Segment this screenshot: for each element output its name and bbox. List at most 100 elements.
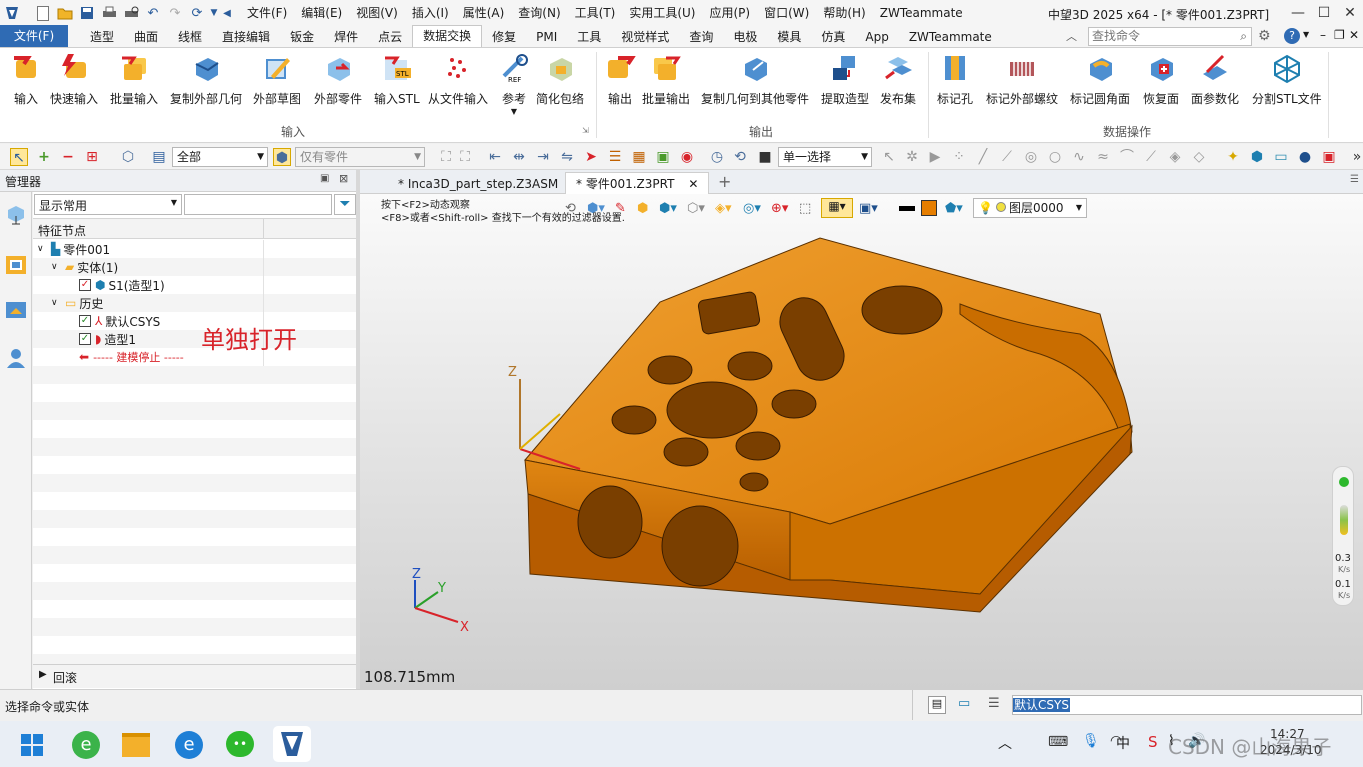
publish-set-button[interactable]: 发布集 — [880, 52, 916, 107]
open-folder-icon[interactable] — [54, 2, 76, 24]
undo-icon[interactable]: ↶ — [142, 2, 164, 24]
assembly-icon[interactable] — [4, 252, 28, 276]
tree-search-input[interactable] — [184, 194, 332, 215]
menu-edit[interactable]: 编辑(E) — [294, 0, 349, 26]
zw3d-taskbar-icon[interactable] — [273, 726, 311, 762]
tree-row-solid[interactable]: ∨ ▰ 实体(1) — [33, 258, 356, 276]
back-arrow-icon[interactable]: ◀ — [220, 2, 234, 24]
tree-row-csys[interactable]: ✓ ⅄ 默认CSYS — [33, 312, 356, 330]
dialog-launcher-icon[interactable]: ⇲ — [582, 126, 589, 135]
extract-shape-button[interactable]: 提取造型 — [821, 52, 869, 107]
tab-direct-edit[interactable]: 直接编辑 — [212, 27, 280, 47]
history-tree-icon[interactable] — [4, 202, 28, 226]
batch-import-button[interactable]: 批量输入 — [110, 52, 158, 107]
save-icon[interactable] — [76, 2, 98, 24]
tab-inquire[interactable]: 查询 — [679, 27, 723, 47]
display-filter-combo[interactable]: 显示常用 ▼ — [34, 194, 182, 215]
list-icon[interactable]: ☰ — [606, 148, 624, 166]
menu-utilities[interactable]: 实用工具(U) — [622, 0, 702, 26]
close-tab-icon[interactable]: ✕ — [688, 177, 698, 191]
tab-mold[interactable]: 模具 — [767, 27, 811, 47]
visibility-checkbox[interactable]: ✓ — [79, 333, 91, 345]
close-button[interactable]: ✕ — [1337, 0, 1363, 26]
tab-pmi[interactable]: PMI — [526, 27, 567, 47]
expand-chevron-icon[interactable]: ∨ — [51, 262, 65, 272]
refresh-icon[interactable]: ⟳ — [186, 2, 208, 24]
add-icon[interactable]: + — [35, 148, 53, 166]
3d-viewport[interactable]: 按下<F2>动态观察 <F8>或者<Shift-roll> 查找下一个有效的过滤… — [360, 194, 1363, 689]
command-search[interactable]: ⌕ — [1088, 27, 1252, 46]
rollback-bar[interactable]: ▶ 回滚 — [33, 664, 356, 688]
tab-tools[interactable]: 工具 — [567, 27, 611, 47]
new-file-icon[interactable] — [32, 2, 54, 24]
windows-start-icon[interactable] — [20, 733, 44, 757]
expand-right-icon[interactable]: ▶ — [39, 669, 47, 680]
tab-visual-style[interactable]: 视觉样式 — [611, 27, 679, 47]
print-icon[interactable] — [98, 2, 120, 24]
menu-view[interactable]: 视图(V) — [349, 0, 405, 26]
tab-modeling[interactable]: 造型 — [80, 27, 124, 47]
screenshot-icon[interactable]: ▣ — [1320, 148, 1338, 166]
edge-icon[interactable]: ⟋ — [1142, 148, 1160, 166]
new-tab-icon[interactable]: + — [718, 172, 731, 191]
snap-gear-icon[interactable]: ✲ — [903, 148, 921, 166]
quick-import-button[interactable]: 快速输入 — [50, 52, 98, 107]
line-angle-icon[interactable]: ⟋ — [998, 148, 1016, 166]
line-icon[interactable]: ╱ — [974, 148, 992, 166]
tab-data-exchange[interactable]: 数据交换 — [412, 25, 483, 47]
expand-chevron-icon[interactable]: ∨ — [51, 298, 65, 308]
remove-icon[interactable]: − — [59, 148, 77, 166]
image-icon[interactable]: ▣ — [654, 148, 672, 166]
dropdown-chevron-icon[interactable]: ▼ — [208, 2, 220, 24]
tab-surface[interactable]: 曲面 — [124, 27, 168, 47]
reference-dropdown-icon[interactable]: ▼ — [511, 107, 517, 116]
settings-gear-icon[interactable]: ⚙ — [1258, 28, 1271, 44]
filter-all-combo[interactable]: 全部 ▼ — [172, 147, 268, 167]
tree-row-shape1[interactable]: ✓ ◗ 造型1 — [33, 330, 356, 348]
tab-zwteammate[interactable]: ZWTeammate — [899, 27, 1002, 47]
app-logo-icon[interactable] — [2, 2, 22, 24]
search-input[interactable] — [1089, 28, 1229, 44]
tab-app[interactable]: App — [855, 27, 898, 47]
menu-window[interactable]: 窗口(W) — [757, 0, 816, 26]
menu-file[interactable]: 文件(F) — [240, 0, 294, 26]
print-preview-icon[interactable] — [120, 2, 142, 24]
command-input[interactable]: 默认CSYS — [1012, 695, 1362, 715]
minimize-button[interactable]: — — [1285, 0, 1311, 26]
tab-electrode[interactable]: 电极 — [723, 27, 767, 47]
tab-point-cloud[interactable]: 点云 — [368, 27, 412, 47]
doc-restore-button[interactable]: ❐ — [1334, 28, 1345, 42]
align-right-icon[interactable]: ⇥ — [534, 148, 552, 166]
view-manager-icon[interactable] — [4, 298, 28, 322]
menu-insert[interactable]: 插入(I) — [405, 0, 456, 26]
face-parametrize-button[interactable]: 面参数化 — [1191, 52, 1239, 107]
more-icon[interactable]: » — [1348, 148, 1363, 166]
mark-fillet-face-button[interactable]: 标记圆角面 — [1070, 52, 1130, 107]
collapse-ribbon-icon[interactable]: ︿ — [1066, 28, 1077, 44]
points-icon[interactable]: ⁘ — [950, 148, 968, 166]
face-icon[interactable]: ◈ — [1166, 148, 1184, 166]
arc-icon[interactable]: ⌒ — [1118, 148, 1136, 166]
doc-close-button[interactable]: ✕ — [1349, 28, 1359, 42]
lasso-icon[interactable]: ⬡ — [119, 148, 137, 166]
filter-funnel-icon[interactable]: ⏷ — [334, 194, 356, 215]
tab-wireframe[interactable]: 线框 — [168, 27, 212, 47]
menu-apps[interactable]: 应用(P) — [703, 0, 758, 26]
list-status-icon[interactable]: ☰ — [988, 696, 1000, 711]
import-stl-button[interactable]: STL 输入STL — [374, 52, 420, 107]
distribute-icon[interactable]: ⇋ — [558, 148, 576, 166]
user-icon[interactable] — [4, 346, 28, 370]
search-icon[interactable]: ⌕ — [1240, 29, 1247, 44]
menu-zwteammate[interactable]: ZWTeammate — [873, 0, 970, 26]
tab-weldment[interactable]: 焊件 — [324, 27, 368, 47]
monitor-icon[interactable]: ▭ — [1272, 148, 1290, 166]
cursor-icon[interactable]: ➤ — [582, 148, 600, 166]
solid-icon[interactable]: ⬢ — [1248, 148, 1266, 166]
pick-filter2-icon[interactable]: ⛶ — [456, 148, 474, 166]
select-arrow-icon[interactable]: ↖ — [10, 148, 28, 166]
copy-geometry-to-part-button[interactable]: 复制几何到其他零件 — [701, 52, 809, 107]
loop-icon[interactable]: ⟲ — [731, 148, 749, 166]
history-icon[interactable]: ◷ — [708, 148, 726, 166]
tab-sheetmetal[interactable]: 钣金 — [280, 27, 324, 47]
expand-chevron-icon[interactable]: ∨ — [37, 244, 51, 254]
